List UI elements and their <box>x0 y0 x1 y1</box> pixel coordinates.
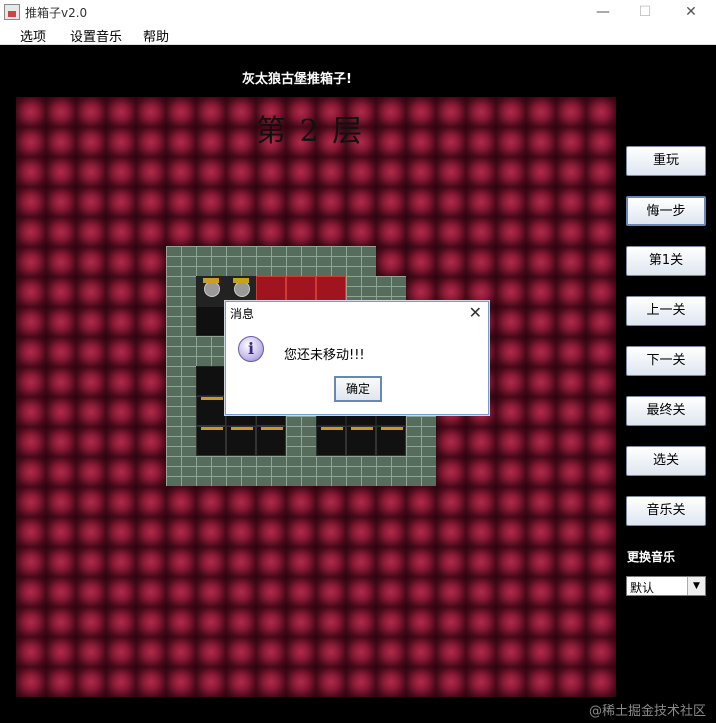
board-cell-wall <box>286 246 316 276</box>
board-cell-wall <box>406 426 436 456</box>
select-level-button[interactable]: 选关 <box>626 446 706 476</box>
board-cell-player <box>196 276 226 306</box>
board-cell-wall <box>196 336 226 366</box>
board-cell-wall <box>316 246 346 276</box>
board-cell-wall <box>346 456 376 486</box>
board-cell-floor <box>196 306 226 336</box>
change-music-label: 更换音乐 <box>627 550 676 564</box>
board-cell-box <box>256 426 286 456</box>
menu-music-settings[interactable]: 设置音乐 <box>70 26 122 45</box>
board-cell-wall <box>166 246 196 276</box>
board-cell-wall <box>256 246 286 276</box>
menu-options[interactable]: 选项 <box>20 26 46 45</box>
previous-level-button[interactable]: 上一关 <box>626 296 706 326</box>
board-cell-box <box>346 426 376 456</box>
board-cell-wall <box>226 246 256 276</box>
maximize-button[interactable]: ☐ <box>630 2 660 22</box>
dialog-title: 消息 <box>230 307 255 321</box>
chevron-down-icon[interactable]: ▼ <box>687 577 705 595</box>
java-app-icon <box>4 4 20 20</box>
board-cell-wall <box>286 456 316 486</box>
dialog-close-icon[interactable]: ✕ <box>469 303 482 322</box>
music-select-value: 默认 <box>630 581 655 595</box>
board-cell-box <box>196 396 226 426</box>
board-cell-wall <box>166 426 196 456</box>
board-cell-wall <box>166 336 196 366</box>
restart-button[interactable]: 重玩 <box>626 146 706 176</box>
music-select[interactable]: 默认 ▼ <box>626 576 706 596</box>
info-icon: i <box>238 336 264 362</box>
next-level-button[interactable]: 下一关 <box>626 346 706 376</box>
last-level-button[interactable]: 最终关 <box>626 396 706 426</box>
board-cell-wall <box>166 456 196 486</box>
board-cell-box <box>196 426 226 456</box>
board-cell-wall <box>196 456 226 486</box>
game-banner: 灰太狼古堡推箱子! <box>242 72 352 87</box>
board-cell-wall <box>166 396 196 426</box>
board-cell-wall <box>346 246 376 276</box>
ok-button[interactable]: 确定 <box>334 376 382 402</box>
music-off-button[interactable]: 音乐关 <box>626 496 706 526</box>
board-cell-wall <box>166 276 196 306</box>
close-button[interactable]: ✕ <box>676 2 706 22</box>
board-cell-wall <box>376 456 406 486</box>
board-cell-wall <box>226 456 256 486</box>
level-header: 第 2 层 <box>256 114 365 149</box>
title-bar: 推箱子v2.0 — ☐ ✕ <box>0 0 716 24</box>
board-cell-box <box>316 426 346 456</box>
menu-help[interactable]: 帮助 <box>143 26 169 45</box>
board-cell-wall <box>406 456 436 486</box>
board-cell-floor <box>196 366 226 396</box>
board-cell-wall <box>316 456 346 486</box>
undo-button[interactable]: 悔一步 <box>626 196 706 226</box>
menu-bar: 选项 设置音乐 帮助 <box>0 24 716 45</box>
first-level-button[interactable]: 第1关 <box>626 246 706 276</box>
board-cell-box <box>376 426 406 456</box>
message-dialog: 消息 ✕ i 您还未移动!!! 确定 <box>225 301 489 415</box>
window-title: 推箱子v2.0 <box>25 6 88 20</box>
board-cell-wall <box>166 366 196 396</box>
board-cell-wall <box>196 246 226 276</box>
board-cell-box <box>226 426 256 456</box>
dialog-message: 您还未移动!!! <box>284 348 365 363</box>
watermark: @稀土掘金技术社区 <box>588 704 706 719</box>
minimize-button[interactable]: — <box>588 2 618 22</box>
board-cell-wall <box>256 456 286 486</box>
board-cell-wall <box>166 306 196 336</box>
board-cell-wall <box>286 426 316 456</box>
